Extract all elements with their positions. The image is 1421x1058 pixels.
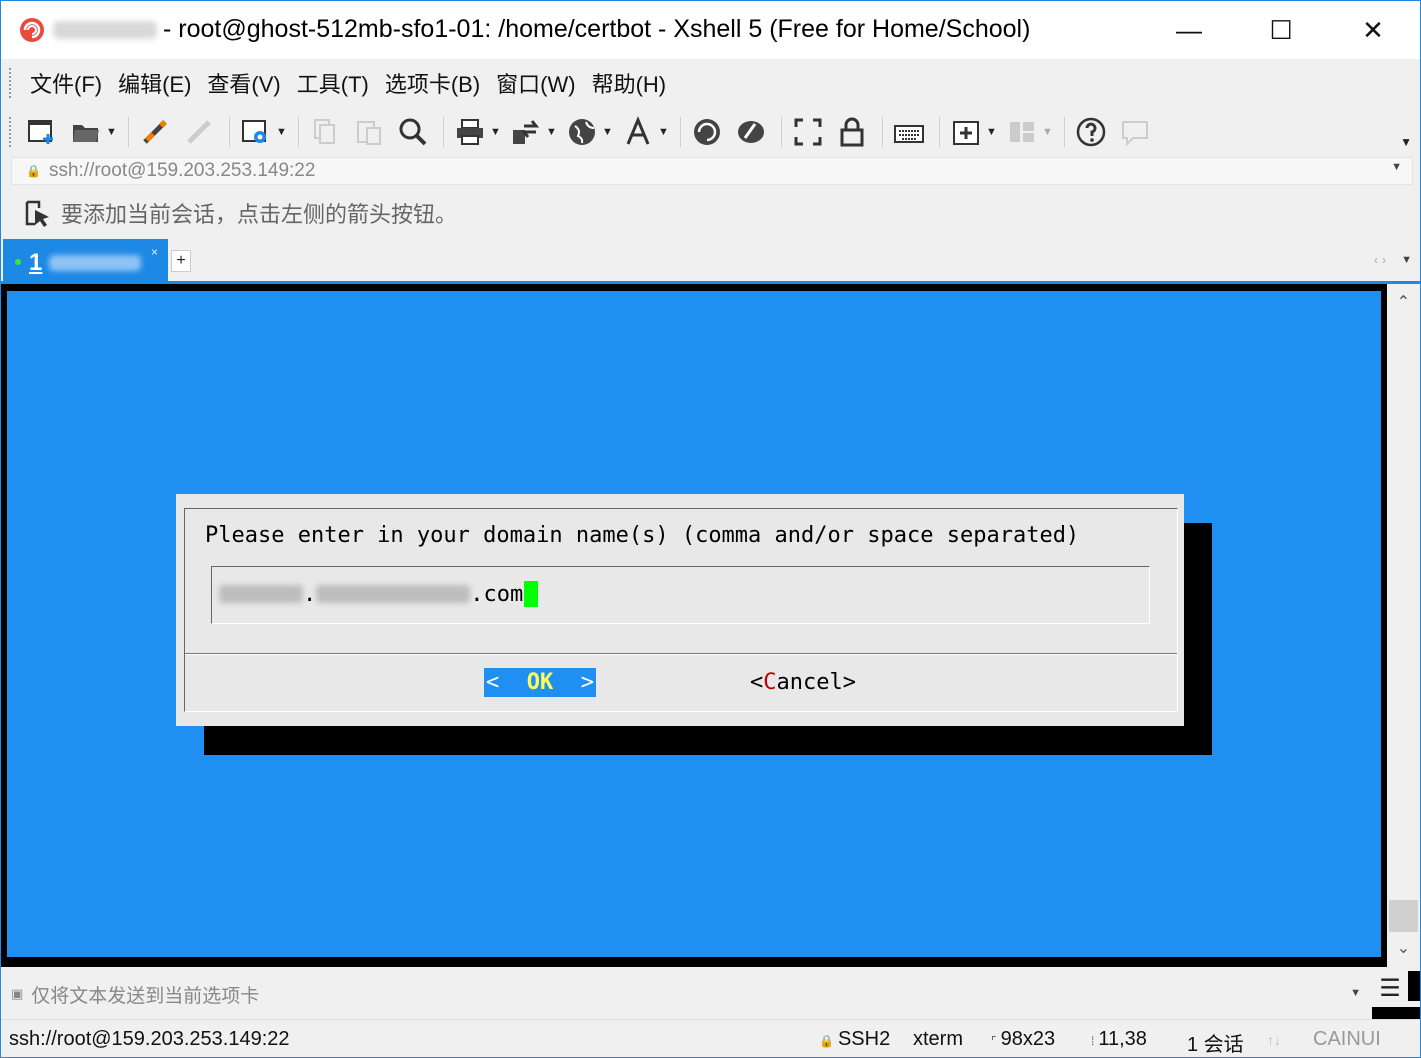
menu-tools[interactable]: 工具(T) — [289, 67, 377, 99]
cancel-button[interactable]: < Cancel> — [750, 668, 856, 697]
menu-tabs[interactable]: 选项卡(B) — [377, 67, 488, 99]
status-connection: ssh://root@159.203.253.149:22 — [9, 1028, 290, 1050]
maximize-button[interactable]: ☐ — [1235, 1, 1327, 59]
toolbar-overflow-icon[interactable]: ▼ — [1400, 135, 1412, 149]
open-dropdown-icon[interactable]: ▼ — [106, 126, 117, 138]
status-protocol: 🔒 SSH2 — [819, 1028, 891, 1050]
terminal-cursor — [524, 581, 539, 607]
properties-dropdown-icon[interactable]: ▼ — [276, 126, 287, 138]
redacted-domain — [316, 585, 471, 603]
toolbar: ▼ ▼ ▼ ▼ ▼ ▼ ▼ ▼ ▼ — [1, 107, 1420, 157]
print-icon[interactable] — [450, 112, 490, 152]
window-title: - root@ghost-512mb-sfo1-01: /home/certbo… — [163, 15, 1031, 43]
close-button[interactable]: ✕ — [1327, 1, 1419, 59]
scroll-thumb[interactable] — [1389, 900, 1418, 932]
compose-bar[interactable]: ▣ 仅将文本发送到当前选项卡 ▼ — [3, 969, 1369, 1019]
xftp-icon[interactable] — [687, 112, 727, 152]
redacted-subdomain — [219, 585, 303, 603]
add-tab-button[interactable]: + — [171, 250, 191, 272]
status-caps: CAINUI — [1313, 1028, 1381, 1050]
domain-input[interactable]: . .com — [219, 581, 539, 607]
compose-terminal-icon: ▣ — [11, 986, 24, 1001]
xshell-logo-icon — [20, 18, 44, 42]
connected-indicator-icon — [15, 259, 21, 265]
scroll-up-icon[interactable]: ⌃ — [1387, 292, 1420, 312]
print-dropdown-icon[interactable]: ▼ — [490, 126, 501, 138]
new-session-icon[interactable] — [22, 112, 62, 152]
hint-text: 要添加当前会话，点击左侧的箭头按钮。 — [61, 202, 458, 227]
toolbar-grip — [9, 117, 12, 147]
transfer-dropdown-icon[interactable]: ▼ — [546, 126, 557, 138]
dialog-prompt: Please enter in your domain name(s) (com… — [205, 523, 1080, 548]
add-tab-dropdown-icon[interactable]: ▼ — [986, 126, 997, 138]
scroll-down-icon[interactable]: ⌄ — [1387, 938, 1420, 958]
fullscreen-icon[interactable] — [788, 112, 828, 152]
tab-number: 1 — [29, 249, 43, 276]
tab-scroll-arrows-icon[interactable]: ‹› — [1374, 253, 1390, 267]
status-arrows-icon: ↑↓ — [1267, 1032, 1281, 1048]
address-url: ssh://root@159.203.253.149:22 — [48, 160, 316, 181]
find-icon[interactable] — [393, 112, 433, 152]
cursor-position-icon: ⁞ — [1091, 1034, 1095, 1048]
title-bar: - root@ghost-512mb-sfo1-01: /home/certbo… — [1, 1, 1420, 59]
layout-dropdown-icon[interactable]: ▼ — [1042, 126, 1053, 138]
tab-close-icon[interactable]: × — [151, 245, 158, 259]
properties-icon[interactable] — [236, 112, 276, 152]
chat-icon[interactable] — [1115, 112, 1155, 152]
help-icon[interactable] — [1071, 112, 1111, 152]
status-cursor-pos: ⁞ 11,38 — [1091, 1028, 1147, 1050]
session-hint-bar: 要添加当前会话，点击左侧的箭头按钮。 — [1, 187, 1420, 239]
globe-dropdown-icon[interactable]: ▼ — [602, 126, 613, 138]
tab-bar: 1 × + ‹› ▼ — [1, 239, 1420, 283]
status-size: ⌜ 98x23 — [991, 1028, 1056, 1050]
font-icon[interactable] — [618, 112, 658, 152]
status-sessions: 1 会话 — [1187, 1034, 1244, 1056]
layout-icon[interactable] — [1002, 112, 1042, 152]
status-terminal-type: xterm — [913, 1028, 963, 1050]
tab-session-1[interactable]: 1 × — [3, 239, 168, 283]
compose-menu-icon[interactable]: ☰ — [1372, 971, 1408, 1005]
status-bar: ssh://root@159.203.253.149:22 🔒 SSH2 xter… — [1, 1019, 1420, 1057]
paste-icon[interactable] — [349, 112, 389, 152]
add-session-arrow-icon[interactable] — [23, 198, 53, 228]
keyboard-icon[interactable] — [889, 112, 929, 152]
lock-icon: 🔒 — [26, 164, 41, 178]
tab-list-dropdown-icon[interactable]: ▼ — [1401, 254, 1412, 266]
globe-icon[interactable] — [562, 112, 602, 152]
menu-help[interactable]: 帮助(H) — [584, 67, 675, 99]
menu-bar: 文件(F) 编辑(E) 查看(V) 工具(T) 选项卡(B) 窗口(W) 帮助(… — [1, 59, 1420, 107]
redacted-session-name — [53, 21, 157, 39]
redacted-tab-name — [49, 255, 141, 271]
lock-icon: 🔒 — [819, 1034, 834, 1048]
menu-file[interactable]: 文件(F) — [22, 67, 110, 99]
compose-dropdown-icon[interactable]: ▼ — [1350, 987, 1361, 999]
add-tab-icon[interactable] — [946, 112, 986, 152]
compose-placeholder: 仅将文本发送到当前选项卡 — [31, 985, 260, 1007]
menu-grip — [9, 68, 12, 98]
reconnect-icon[interactable] — [135, 112, 175, 152]
open-folder-icon[interactable] — [66, 112, 106, 152]
xmanager-icon[interactable] — [731, 112, 771, 152]
address-dropdown-icon[interactable]: ▼ — [1391, 161, 1402, 173]
minimize-button[interactable]: — — [1143, 1, 1235, 59]
resize-icon: ⌜ — [991, 1034, 997, 1048]
lock-icon[interactable] — [832, 112, 872, 152]
menu-view[interactable]: 查看(V) — [199, 67, 288, 99]
font-dropdown-icon[interactable]: ▼ — [658, 126, 669, 138]
menu-edit[interactable]: 编辑(E) — [110, 67, 199, 99]
address-bar[interactable]: 🔒 ssh://root@159.203.253.149:22 ▼ — [11, 157, 1413, 185]
xshell-window: - root@ghost-512mb-sfo1-01: /home/certbo… — [0, 0, 1421, 1058]
ok-button[interactable]: < OK > — [484, 668, 596, 697]
menu-window[interactable]: 窗口(W) — [488, 67, 583, 99]
copy-icon[interactable] — [305, 112, 345, 152]
terminal-scrollbar[interactable]: ⌃ ⌄ — [1387, 284, 1420, 967]
disconnect-icon[interactable] — [179, 112, 219, 152]
transfer-icon[interactable] — [506, 112, 546, 152]
